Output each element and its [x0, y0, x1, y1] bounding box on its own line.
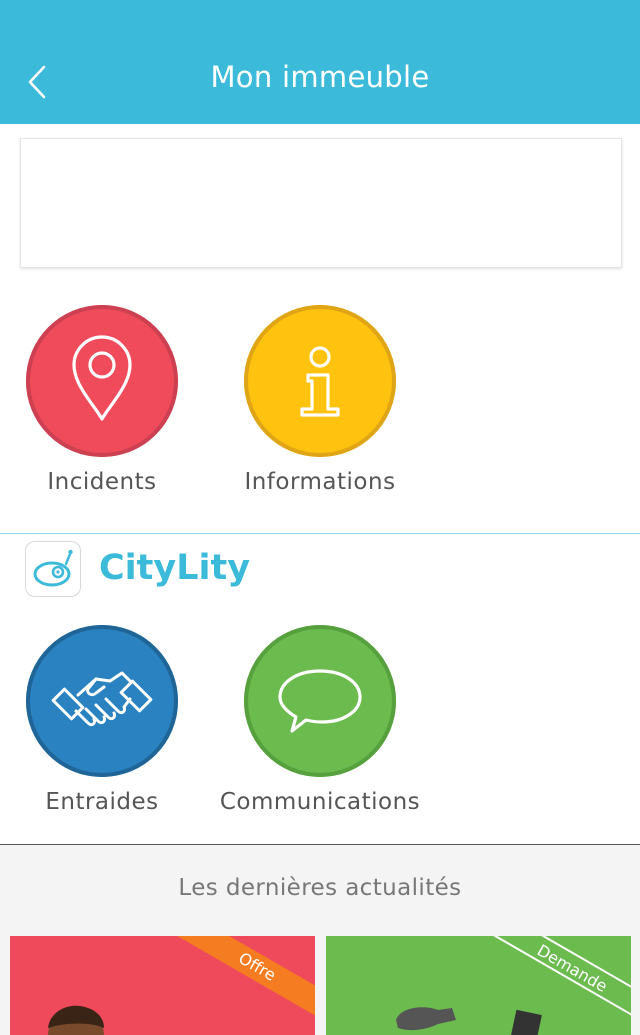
citylity-logo: [25, 541, 81, 597]
page-title: Mon immeuble: [210, 60, 430, 94]
handshake-icon: [51, 671, 153, 727]
map-pin-icon: [72, 335, 132, 421]
news-section: Les dernières actualités Offre Demande: [0, 845, 640, 1035]
informations-label: Informations: [244, 469, 396, 495]
citylity-eye-icon: [33, 549, 73, 587]
person-illustration-icon: [48, 1005, 104, 1035]
news-card-demande[interactable]: Demande: [326, 936, 631, 1035]
news-card-offre[interactable]: Offre: [10, 936, 315, 1035]
news-heading: Les dernières actualités: [178, 875, 462, 901]
tools-illustration-icon: [396, 1007, 542, 1035]
brand-name: CityLity: [99, 548, 251, 588]
app-header: Mon immeuble: [0, 0, 640, 124]
speech-bubble-icon: [278, 669, 362, 733]
entraides-tile[interactable]: Entraides: [0, 625, 207, 815]
communications-circle: [244, 625, 396, 777]
informations-tile[interactable]: Informations: [215, 305, 425, 495]
info-icon: [300, 346, 340, 417]
incidents-label: Incidents: [47, 469, 157, 495]
communications-tile[interactable]: Communications: [215, 625, 425, 815]
incidents-tile[interactable]: Incidents: [0, 305, 207, 495]
building-banner: [20, 138, 622, 268]
entraides-circle: [26, 625, 178, 777]
informations-circle: [244, 305, 396, 457]
incidents-circle: [26, 305, 178, 457]
section-divider: [0, 533, 640, 534]
communications-label: Communications: [219, 789, 421, 815]
entraides-label: Entraides: [45, 789, 159, 815]
